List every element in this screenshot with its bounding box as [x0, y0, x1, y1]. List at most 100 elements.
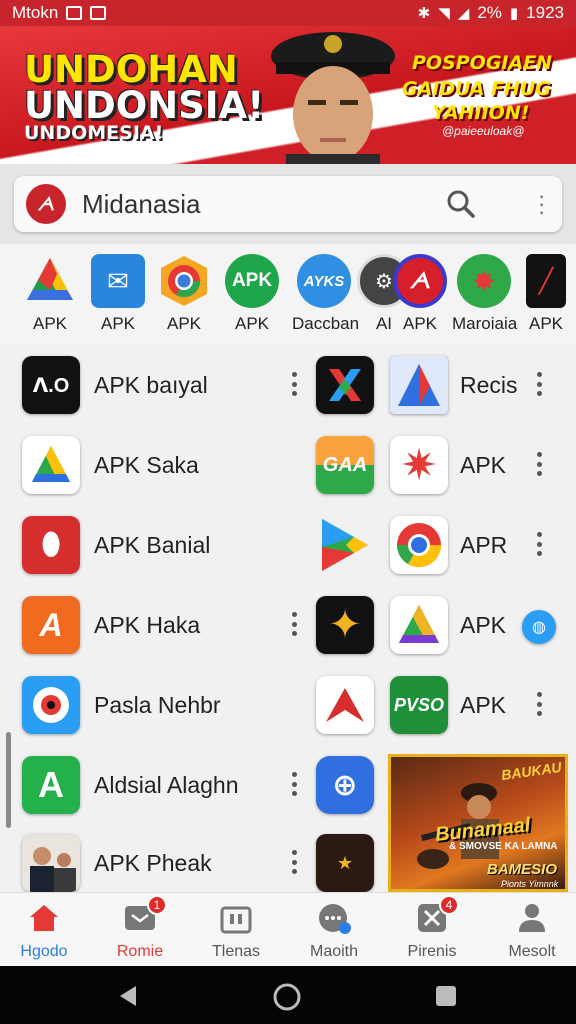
recents-icon[interactable]	[434, 984, 458, 1008]
featured-app[interactable]: ✉ APK	[86, 254, 150, 334]
app-name[interactable]: Aldsial Alaghn	[94, 772, 239, 799]
more-options-icon[interactable]	[289, 612, 299, 636]
search-input[interactable]: Midanasia	[82, 189, 201, 220]
star-badge-icon[interactable]: ✦	[316, 596, 374, 654]
more-options-icon[interactable]	[534, 372, 544, 396]
featured-app-label: APK	[32, 314, 68, 333]
profile-icon	[515, 901, 549, 935]
app-name[interactable]: Pasla Nehbr	[94, 692, 221, 719]
featured-apps-row: APK ✉ APK APK APK APK AYKS Daccban ⚙ AI …	[0, 244, 576, 344]
more-options-icon[interactable]	[289, 372, 299, 396]
apk-saka-icon[interactable]	[22, 436, 80, 494]
app-name[interactable]: APK Saka	[94, 452, 199, 479]
home-icon	[27, 901, 61, 935]
promo-banner[interactable]: UNDOHAN UNDONSIA! UNDOMESIA! POSPOGIAEN …	[0, 26, 576, 164]
aldsial-alaghn-icon[interactable]: A	[22, 756, 80, 814]
app-name[interactable]: APK baıyal	[94, 372, 208, 399]
triangle-icon[interactable]	[390, 596, 448, 654]
featured-app-label: APK	[528, 314, 564, 333]
recis-icon[interactable]	[390, 356, 448, 414]
nav-tab-tlenas[interactable]: Tlenas	[188, 901, 284, 961]
scrollbar[interactable]	[6, 732, 11, 828]
back-icon[interactable]	[116, 984, 140, 1008]
x-logo-icon[interactable]	[316, 356, 374, 414]
chrome-icon	[161, 256, 207, 306]
list-row: A Aldsial Alaghn ⊕	[0, 750, 380, 824]
more-options-icon[interactable]	[534, 532, 544, 556]
daccban-icon: AYKS	[297, 254, 351, 308]
nav-tab-romie[interactable]: 1 Romie	[92, 895, 188, 961]
app-name[interactable]: APR	[460, 532, 507, 559]
carrier-name: Mtokn	[12, 3, 59, 22]
apk-haka-icon[interactable]: A	[22, 596, 80, 654]
battery-percent: 2%	[477, 3, 502, 22]
apk-pheak-icon[interactable]	[22, 834, 80, 892]
app-name[interactable]: APK	[460, 452, 506, 479]
featured-app[interactable]: APK	[18, 254, 82, 334]
search-bar[interactable]: ᗅ Midanasia · · ·	[14, 176, 562, 232]
chat-icon	[317, 901, 351, 935]
pvso-icon[interactable]: PVSO	[390, 676, 448, 734]
search-area: ᗅ Midanasia · · ·	[0, 164, 576, 244]
featured-app[interactable]: AYKS Daccban	[292, 254, 359, 334]
bag-icon	[219, 901, 253, 935]
play-icon[interactable]	[316, 516, 374, 574]
pasla-nehbr-icon[interactable]	[22, 676, 80, 734]
more-options-icon[interactable]	[289, 850, 299, 874]
banner-right-line-3: YAHIION!	[432, 102, 530, 124]
featured-app[interactable]: ✸ Maroiaia	[452, 254, 517, 334]
home-button-icon[interactable]	[272, 982, 302, 1012]
featured-app[interactable]: APK APK	[220, 254, 284, 334]
promo-footer-title: BAMESIO	[487, 861, 558, 878]
app-name[interactable]: APK	[460, 612, 506, 639]
compass-star-icon[interactable]: ✷	[390, 436, 448, 494]
app-name[interactable]: Recis	[460, 372, 518, 399]
tools-icon: 4	[415, 895, 459, 935]
brand-icon: ᗅ	[393, 254, 447, 308]
bottom-navigation: Hgodo 1 Romie Tlenas Maoith 4 Pirenis Me…	[0, 892, 576, 966]
search-icon[interactable]	[446, 189, 476, 219]
banner-subheadline: UNDOMESIA!	[24, 122, 164, 144]
more-options-icon[interactable]	[534, 692, 544, 716]
red-arrow-icon[interactable]	[316, 676, 374, 734]
app-name[interactable]: APK Banial	[94, 532, 210, 559]
star-burst-icon: ✸	[457, 254, 511, 308]
app-name[interactable]: APK	[460, 692, 506, 719]
app-name[interactable]: APK Pheak	[94, 850, 212, 877]
more-options-icon[interactable]: · · ·	[538, 185, 545, 223]
list-row: Pasla Nehbr PVSO APK	[0, 670, 576, 744]
globe-icon[interactable]: ⊕	[316, 756, 374, 814]
more-options-icon[interactable]	[534, 452, 544, 476]
apk-bayal-icon[interactable]: ᐱ.O	[22, 356, 80, 414]
globe-badge-icon[interactable]: ◍	[522, 610, 556, 644]
battery-icon: ▮	[509, 5, 519, 22]
featured-app-label: APK	[402, 314, 438, 333]
status-bar: Mtokn ✱ ◥ ◢ 2% ▮ 1923	[0, 0, 576, 26]
nav-tab-mesolt[interactable]: Mesolt	[484, 901, 576, 961]
inbox-icon: 1	[123, 895, 167, 935]
officer-portrait-image	[271, 32, 395, 164]
nav-tab-maoith[interactable]: Maoith	[286, 901, 382, 961]
list-row: ᐱ.O APK baıyal Recis	[0, 350, 576, 424]
banner-right-caption: @paieeuloak@	[442, 124, 525, 138]
list-row: APK Pheak ★	[0, 828, 380, 892]
nav-label: Romie	[116, 943, 164, 960]
promo-footer-caption: Pionts Yimnnk	[501, 879, 559, 889]
chrome-circle-icon[interactable]	[390, 516, 448, 574]
gaa-icon[interactable]: GAA	[316, 436, 374, 494]
promo-card[interactable]: BAUKAU Bunamaal & SMOVSE KA LAMNA BAMESI…	[388, 754, 568, 892]
more-options-icon[interactable]	[289, 772, 299, 796]
nav-tab-home[interactable]: Hgodo	[0, 901, 92, 961]
signal-icon: ◢	[457, 5, 470, 22]
featured-app[interactable]: ╱ APK	[514, 254, 576, 334]
featured-app[interactable]: ᗅ APK	[388, 254, 452, 334]
nav-label: Hgodo	[20, 943, 68, 960]
mail-icon: ✉	[91, 254, 145, 308]
nav-tab-pirenis[interactable]: 4 Pirenis	[384, 895, 480, 961]
game-icon[interactable]: ★	[316, 834, 374, 892]
featured-app[interactable]: APK	[152, 254, 216, 334]
apk-banial-icon[interactable]: ⬮	[22, 516, 80, 574]
banner-right-line-2: GAIDUA FHUG	[402, 78, 551, 100]
app-name[interactable]: APK Haka	[94, 612, 200, 639]
app-logo-icon: ᗅ	[26, 184, 66, 224]
